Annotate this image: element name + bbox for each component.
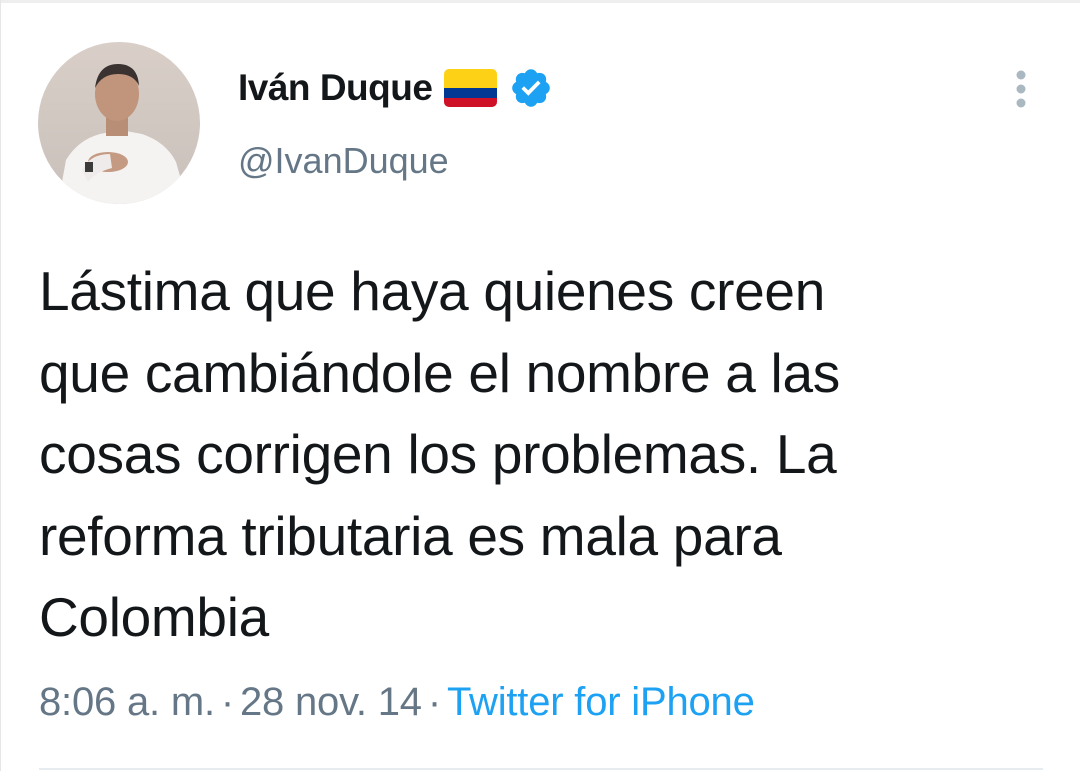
tweet-date[interactable]: 28 nov. 14 (240, 680, 422, 724)
meta-separator: · (220, 680, 234, 724)
tweet-card: Iván Duque @IvanDuque Lástima que haya q… (0, 0, 1080, 771)
user-handle[interactable]: @IvanDuque (238, 140, 449, 182)
display-name[interactable]: Iván Duque (238, 67, 433, 109)
top-divider (1, 0, 1080, 3)
meta-separator: · (427, 680, 441, 724)
tweet-text-line: Lástima que haya quienes creen (39, 260, 825, 322)
colombia-flag-icon (444, 69, 498, 107)
avatar[interactable] (38, 42, 200, 204)
tweet-text-line: Colombia (39, 586, 269, 648)
tweet-text-line: reforma tributaria es mala para (39, 504, 782, 567)
tweet-text-line: que cambiándole el nombre a las (39, 341, 840, 404)
tweet-metadata: 8:06 a. m. · 28 nov. 14 · Twitter for iPhone (39, 680, 755, 725)
bottom-divider (39, 768, 1043, 770)
tweet-time[interactable]: 8:06 a. m. (39, 680, 215, 724)
more-vertical-icon[interactable] (1009, 70, 1033, 112)
name-row: Iván Duque (238, 62, 553, 114)
tweet-text-line: cosas corrigen los problemas. La (39, 423, 837, 485)
tweet-source-link[interactable]: Twitter for iPhone (447, 680, 755, 724)
tweet-text: Lástima que haya quienes creen que cambi… (39, 251, 1049, 659)
verified-badge-icon (509, 66, 553, 110)
